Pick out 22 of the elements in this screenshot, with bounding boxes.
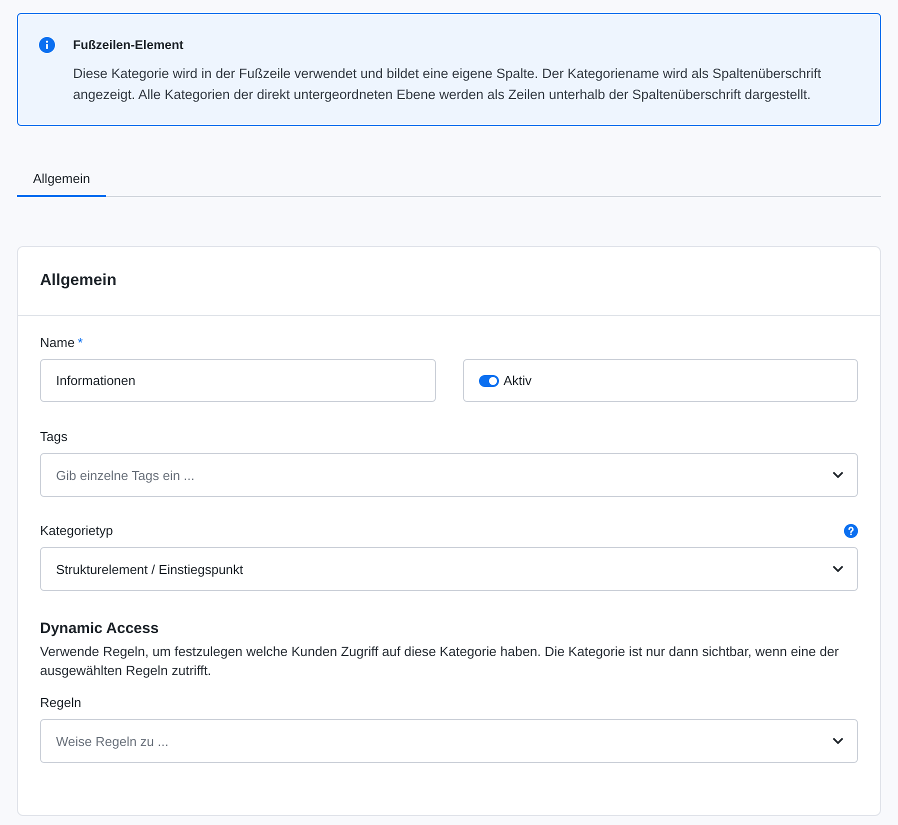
required-mark: *: [78, 335, 83, 351]
help-icon[interactable]: [844, 524, 858, 538]
alert-text: Diese Kategorie wird in der Fußzeile verwendet und bildet eine eigene Spalte. Der Kategoriename wird als Spaltenüberschrift angezeigt. Alle Kategorien der direkt untergeordneten Ebene werden als Zeilen unterhalb der Spaltenüberschrift dargestellt.: [73, 65, 822, 104]
rules-select[interactable]: Weise Regeln zu ...: [40, 719, 858, 763]
alert-title: Fußzeilen-Element: [73, 37, 184, 53]
field-label: Name: [40, 335, 75, 351]
field-label: Regeln: [40, 695, 82, 711]
chevron-icon: [833, 738, 843, 744]
field-label: Tags: [40, 429, 68, 445]
toggle-switch[interactable]: [478, 374, 498, 386]
tab[interactable]: Allgemein: [17, 163, 106, 197]
card-title: Allgemein: [40, 272, 116, 290]
field-label: Kategorietyp: [40, 523, 113, 539]
toggle-label: Aktiv: [504, 372, 532, 388]
chevron-icon: [833, 566, 843, 572]
section-description: Verwende Regeln, um festzulegen welche Kunden Zugriff auf diese Kategorie haben. Die Kategorie ist nur dann sichtbar, wenn eine der ausgewählten Regeln zutrifft.: [40, 643, 840, 680]
category-type-select[interactable]: Strukturelement / Einstiegspunkt: [40, 547, 858, 591]
chevron-icon: [833, 472, 843, 478]
section-heading: Dynamic Access: [40, 620, 160, 638]
tags-select[interactable]: Gib einzelne Tags ein ...: [40, 453, 858, 497]
info-icon: [39, 37, 55, 53]
name-input[interactable]: Informationen: [40, 359, 436, 402]
